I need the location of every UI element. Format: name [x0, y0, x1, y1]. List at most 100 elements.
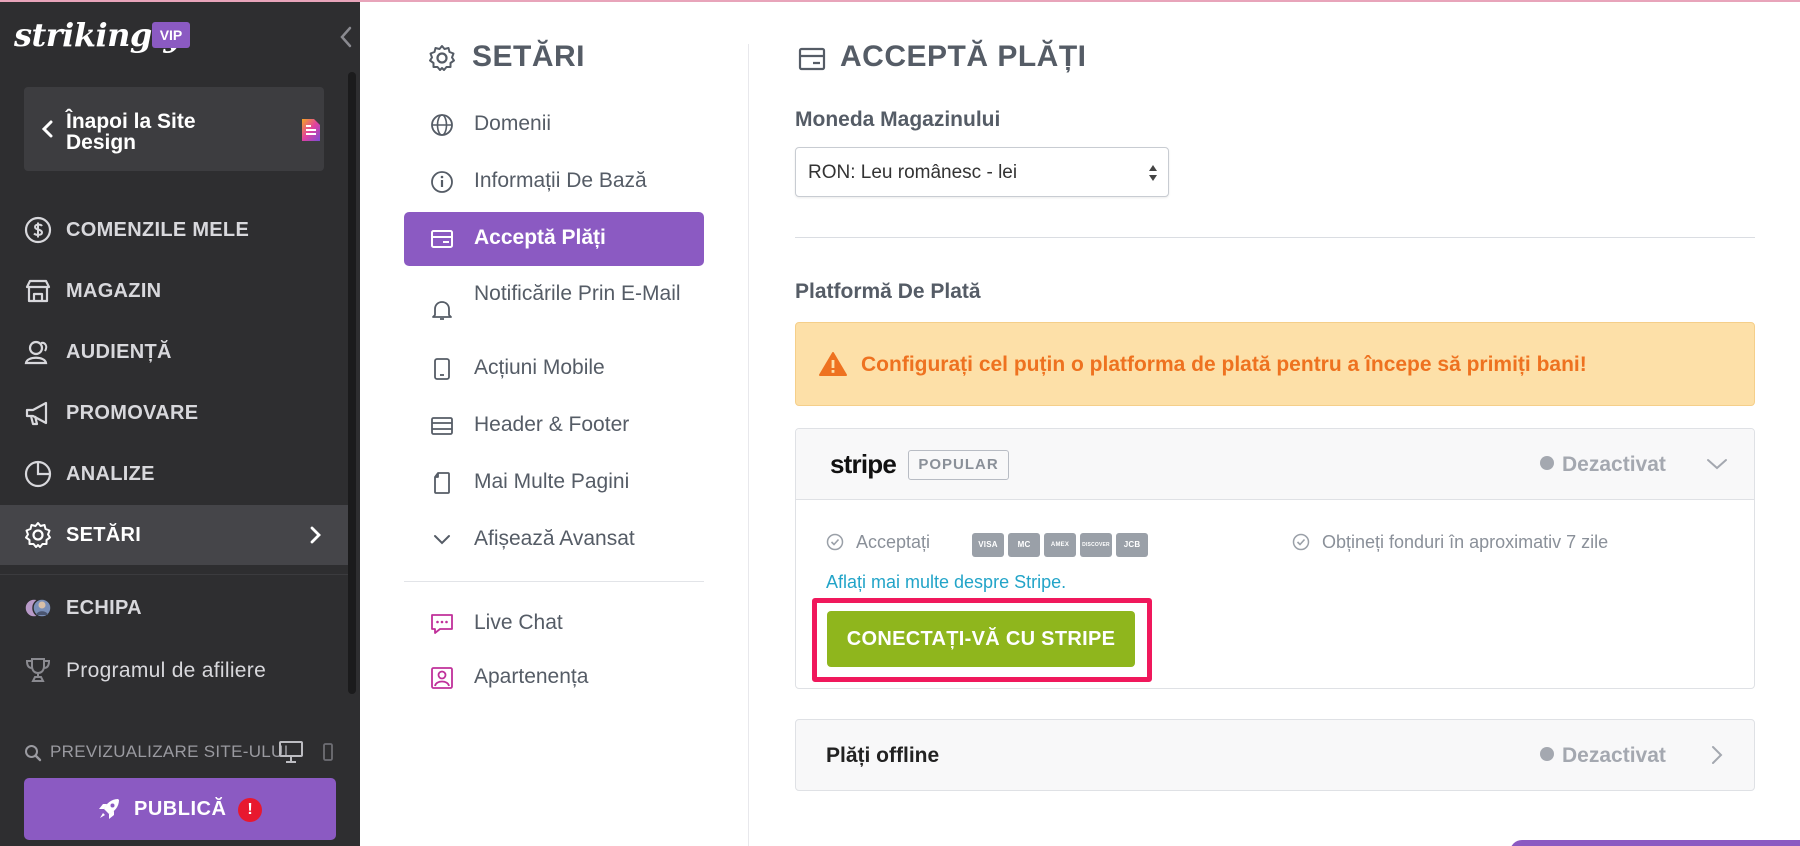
back-label: Înapoi la Site Design: [66, 110, 196, 154]
page-doc-icon: [302, 119, 320, 141]
wallet-icon: [431, 230, 453, 248]
back-to-site-design-button[interactable]: Înapoi la Site Design: [24, 87, 324, 171]
collapse-sidebar-icon[interactable]: [336, 24, 356, 50]
discover-card-icon: DISCOVER: [1080, 533, 1112, 557]
check-circle-icon: [1292, 533, 1310, 551]
search-icon: [25, 745, 42, 762]
menu-item-label: Notificările Prin E-Mail: [474, 282, 681, 305]
status-dot: [1540, 747, 1554, 761]
sidebar-item-label: ECHIPA: [66, 597, 142, 619]
menu-item-label: Apartenența: [474, 665, 589, 688]
menu-item-label: Acceptă Plăți: [474, 226, 606, 249]
sidebar-item-settings[interactable]: SETĂRI: [0, 505, 348, 565]
pie-chart-icon: [24, 460, 52, 488]
menu-item-basic-info[interactable]: Informații De Bază: [404, 155, 704, 209]
stripe-logo: stripe: [830, 449, 897, 479]
connect-stripe-button[interactable]: CONECTAȚI-VĂ CU STRIPE: [827, 611, 1135, 667]
sidebar-item-label: ANALIZE: [66, 463, 155, 485]
chat-icon: [431, 614, 453, 634]
offline-payments-title: Plăți offline: [826, 744, 940, 767]
offline-payments-card[interactable]: Plăți offline Dezactivat: [795, 719, 1755, 791]
sidebar-item-team[interactable]: ECHIPA: [0, 578, 348, 638]
offline-status-text: Dezactivat: [1562, 744, 1666, 767]
check-circle-icon: [826, 533, 844, 551]
chevron-left-icon: [41, 120, 53, 138]
menu-item-more-pages[interactable]: Mai Multe Pagini: [404, 456, 704, 510]
menu-item-domains[interactable]: Domenii: [404, 98, 704, 152]
status-dot: [1540, 456, 1554, 470]
menu-divider: [404, 581, 704, 582]
sidebar-item-store[interactable]: MAGAZIN: [0, 261, 348, 321]
publish-button[interactable]: PUBLICĂ !: [24, 778, 336, 840]
currency-label: Moneda Magazinului: [795, 108, 1001, 131]
menu-item-email-notifications[interactable]: Notificările Prin E-Mail: [404, 280, 704, 340]
mobile-preview-icon[interactable]: [322, 742, 334, 762]
menu-item-mobile-actions[interactable]: Acțiuni Mobile: [404, 342, 704, 396]
chevron-down-icon: [434, 535, 450, 545]
sidebar-item-orders[interactable]: COMENZILE MELE: [0, 200, 348, 260]
vip-badge: VIP: [152, 22, 190, 48]
stripe-card-header[interactable]: stripe POPULAR Dezactivat: [796, 429, 1754, 500]
learn-more-stripe-link[interactable]: Aflați mai multe despre Stripe.: [826, 572, 1066, 593]
mobile-icon: [434, 358, 450, 380]
sidebar-item-label: Programul de afiliere: [66, 659, 267, 682]
publish-label: PUBLICĂ: [134, 798, 227, 820]
chevron-down-icon[interactable]: [1706, 457, 1728, 471]
funds-text: Obțineți fonduri în aproximativ 7 zile: [1322, 532, 1609, 552]
team-avatars-icon: [24, 598, 52, 618]
popular-badge: POPULAR: [908, 450, 1009, 480]
stripe-status-text: Dezactivat: [1562, 453, 1666, 476]
menu-item-live-chat[interactable]: Live Chat: [404, 597, 704, 651]
info-icon: [431, 171, 453, 193]
publish-alert-badge: !: [238, 798, 262, 822]
sidebar-item-affiliate[interactable]: Programul de afiliere: [0, 640, 348, 700]
select-arrows-icon: [1149, 165, 1157, 181]
member-icon: [431, 667, 453, 689]
currency-select[interactable]: RON: Leu românesc - lei: [795, 147, 1169, 197]
globe-icon: [431, 114, 453, 136]
menu-item-header-footer[interactable]: Header & Footer: [404, 399, 704, 453]
column-separator: [748, 44, 749, 846]
section-divider: [795, 237, 1755, 238]
visa-card-icon: VISA: [972, 533, 1004, 557]
menu-item-label: Mai Multe Pagini: [474, 470, 630, 493]
sidebar-scrollbar[interactable]: [348, 72, 356, 694]
sidebar-item-label: SETĂRI: [66, 524, 142, 546]
payment-platform-label: Platformă De Plată: [795, 280, 981, 303]
rocket-icon: [99, 799, 119, 819]
trophy-icon: [25, 658, 51, 682]
warning-triangle-icon: [819, 352, 847, 376]
gear-icon: [25, 522, 51, 548]
menu-item-label: Live Chat: [474, 611, 563, 634]
store-icon: [25, 279, 51, 303]
warning-text: Configurați cel puțin o platforma de pla…: [861, 353, 1587, 376]
menu-item-membership[interactable]: Apartenența: [404, 651, 704, 705]
page-title-text: ACCEPTĂ PLĂȚI: [840, 40, 1087, 73]
sidebar-item-label: PROMOVARE: [66, 402, 199, 424]
audience-icon: [24, 340, 48, 365]
jcb-card-icon: JCB: [1116, 533, 1148, 557]
chat-widget-edge[interactable]: [1510, 840, 1800, 846]
chevron-right-icon: [310, 526, 321, 544]
sidebar-item-label: AUDIENȚĂ: [66, 341, 172, 363]
accept-label: Acceptați: [856, 532, 931, 552]
preview-site-link[interactable]: PREVIZUALIZARE SITE-ULUI: [24, 740, 344, 764]
stripe-card: stripe POPULAR Dezactivat Acceptați VISA…: [795, 428, 1755, 689]
sidebar-item-audience[interactable]: AUDIENȚĂ: [0, 322, 348, 382]
menu-item-accept-payments[interactable]: Acceptă Plăți: [404, 212, 704, 266]
desktop-preview-icon[interactable]: [278, 740, 304, 764]
preview-label: PREVIZUALIZARE SITE-ULUI: [50, 742, 289, 761]
chevron-right-icon: [1712, 746, 1723, 764]
sidebar-item-label: COMENZILE MELE: [66, 219, 250, 241]
app-sidebar: strikingly VIP Înapoi la Site Design COM…: [0, 2, 360, 846]
settings-title-text: SETĂRI: [472, 40, 586, 73]
dollar-circle-icon: [24, 216, 52, 244]
menu-item-label: Domenii: [474, 112, 552, 135]
gear-icon: [429, 45, 455, 71]
sidebar-item-analytics[interactable]: ANALIZE: [0, 444, 348, 504]
menu-item-show-advanced[interactable]: Afișează Avansat: [404, 513, 704, 567]
sidebar-item-promote[interactable]: PROMOVARE: [0, 383, 348, 443]
layout-icon: [431, 417, 453, 435]
bell-icon: [432, 301, 452, 320]
sidebar-divider: [0, 574, 348, 575]
